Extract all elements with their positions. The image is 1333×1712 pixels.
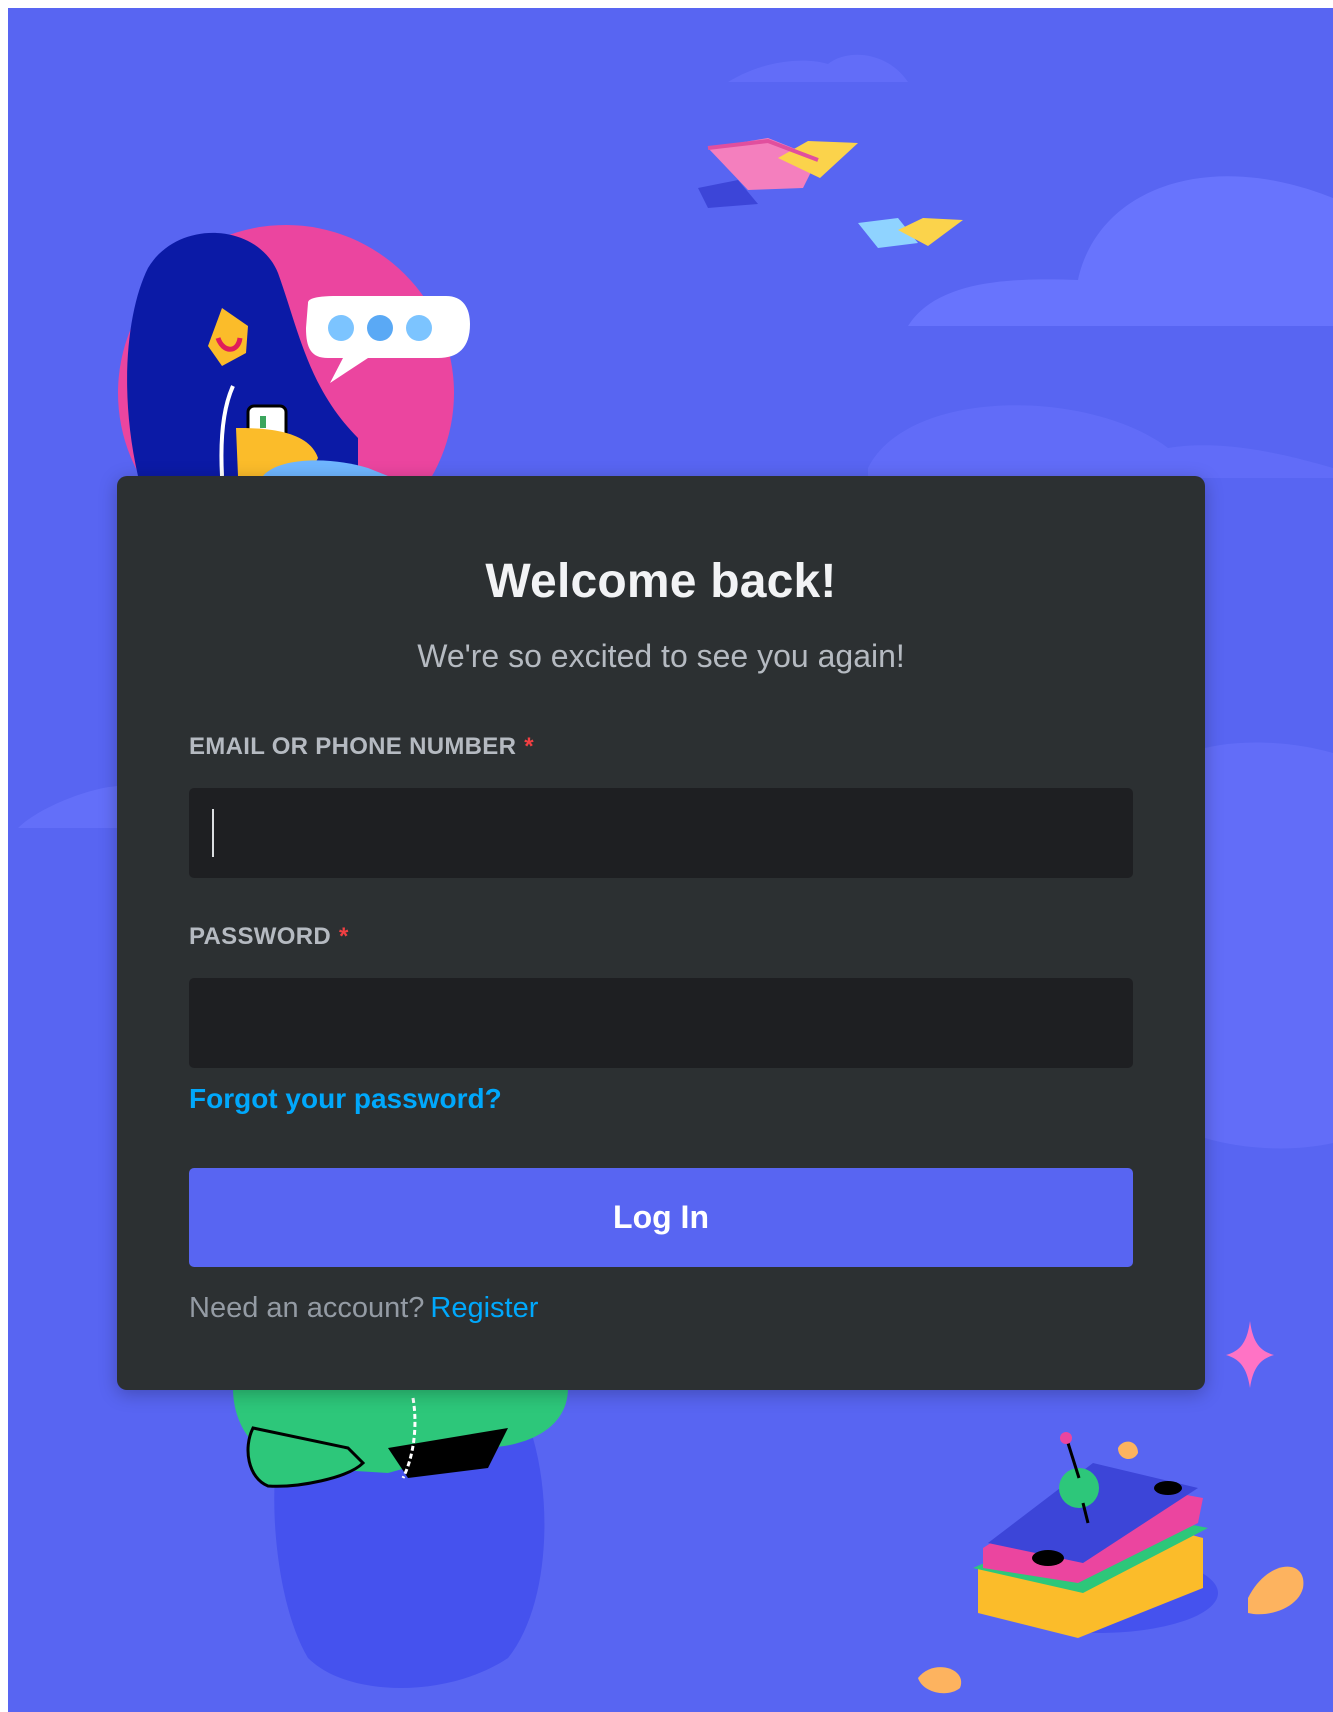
green-character-illustration [233, 1388, 568, 1688]
password-label-text: PASSWORD [189, 923, 331, 950]
email-label: EMAIL OR PHONE NUMBER * [189, 733, 534, 761]
email-label-text: EMAIL OR PHONE NUMBER [189, 733, 517, 760]
register-prompt: Need an account? [189, 1292, 425, 1324]
page-subtitle: We're so excited to see you again! [417, 638, 905, 674]
required-marker: * [338, 923, 349, 950]
email-field[interactable] [189, 788, 1133, 878]
login-button-label: Log In [613, 1199, 709, 1235]
flying-book-icon [698, 138, 858, 208]
register-line: Need an account? Register [189, 1292, 538, 1325]
sandwich-illustration [973, 1432, 1218, 1638]
flying-book-icon [858, 218, 963, 248]
password-label: PASSWORD * [189, 923, 349, 951]
sparkle-icon [1226, 1321, 1274, 1388]
password-field[interactable] [189, 978, 1133, 1068]
text-caret [212, 809, 214, 857]
required-marker: * [524, 733, 534, 760]
login-card: Welcome back! We're so excited to see yo… [117, 476, 1205, 1390]
page-title: Welcome back! [485, 555, 837, 608]
login-page-background: Welcome back! We're so excited to see yo… [8, 8, 1333, 1712]
login-button[interactable]: Log In [189, 1168, 1133, 1267]
register-link[interactable]: Register [430, 1292, 538, 1324]
forgot-password-link[interactable]: Forgot your password? [189, 1083, 502, 1115]
